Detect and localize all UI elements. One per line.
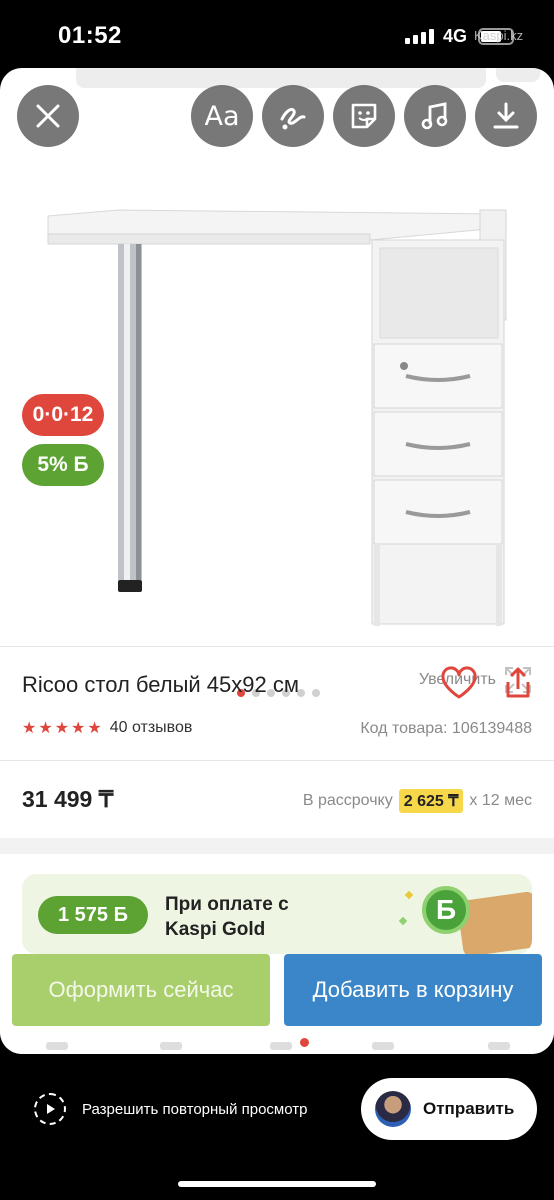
sticker-icon (351, 103, 377, 129)
desk-illustration (47, 209, 507, 626)
music-tool-button[interactable] (404, 85, 466, 147)
home-indicator (178, 1181, 376, 1187)
replay-icon (34, 1093, 66, 1125)
gallery-dot[interactable] (312, 689, 320, 697)
gold-text-line1: При оплате с (165, 894, 289, 915)
installment-prefix: В рассрочку (302, 792, 393, 809)
replay-label: Разрешить повторный просмотр (82, 1100, 308, 1118)
star-icon: ★ (71, 718, 86, 737)
product-photo[interactable]: 0·0·12 5% Б Увеличить (0, 138, 554, 697)
heart-icon (441, 666, 477, 699)
rating-row[interactable]: ★ ★ ★ ★ ★ 40 отзывов (22, 718, 192, 737)
star-icon: ★ (87, 718, 102, 737)
product-code: Код товара: 106139488 (360, 720, 532, 737)
buy-now-button[interactable]: Оформить сейчас (12, 954, 270, 1026)
text-tool-label: Aa (204, 100, 240, 132)
sparkle-icon (404, 890, 414, 900)
share-button[interactable] (503, 666, 533, 705)
sticker-tool-button[interactable] (333, 85, 395, 147)
underlying-toolbar (496, 68, 540, 82)
star-icon: ★ (38, 718, 53, 737)
underlying-tab-bar (0, 1030, 554, 1054)
kaspi-gold-banner[interactable]: 1 575 Б При оплате с Kaspi Gold Б (22, 874, 532, 954)
product-price: 31 499 ₸ (22, 786, 114, 812)
installment-info: В рассрочку 2 625 ₸ х 12 мес (303, 789, 532, 813)
bonus-badge: 5% Б (22, 444, 104, 486)
star-icon: ★ (22, 718, 37, 737)
share-icon (506, 667, 530, 698)
installment-badge: 0·0·12 (22, 394, 104, 436)
product-title: Ricoo стол белый 45x92 см (22, 672, 299, 697)
gold-bonus-pill: 1 575 Б (38, 896, 148, 934)
bonus-coin-icon: Б (422, 886, 470, 934)
divider (0, 760, 554, 761)
reviews-link[interactable]: 40 отзывов (110, 719, 193, 737)
star-icon: ★ (54, 718, 70, 737)
music-note-icon (421, 102, 448, 130)
text-tool-button[interactable]: Aa (191, 85, 253, 147)
send-button[interactable]: Отправить (361, 1078, 537, 1140)
gold-text: При оплате с Kaspi Gold (165, 892, 289, 942)
download-button[interactable] (475, 85, 537, 147)
status-time: 01:52 (58, 22, 122, 49)
gold-text-line2: Kaspi Gold (165, 919, 266, 940)
installment-suffix: х 12 мес (469, 792, 532, 809)
close-button[interactable] (17, 85, 79, 147)
sparkle-icon (398, 916, 408, 926)
download-icon (493, 102, 519, 129)
divider (0, 646, 554, 647)
installment-amount: 2 625 ₸ (398, 789, 464, 813)
section-gap (0, 838, 554, 854)
underlying-search-bar (76, 68, 486, 88)
add-to-cart-button[interactable]: Добавить в корзину (284, 954, 542, 1026)
signal-icon (405, 29, 434, 44)
watermark-site: Kaspi.kz (474, 28, 524, 43)
story-card: 0·0·12 5% Б Увеличить Aa Ricoo стол белы… (0, 68, 554, 1054)
favorite-button[interactable] (440, 666, 478, 705)
status-bar: 01:52 4G Kaspi.kz (0, 0, 554, 70)
close-icon (36, 104, 60, 128)
allow-replay-toggle[interactable]: Разрешить повторный просмотр (34, 1093, 307, 1125)
send-label: Отправить (423, 1099, 515, 1118)
squiggle-icon (280, 107, 306, 130)
network-label: 4G (443, 26, 468, 46)
notification-dot (300, 1038, 309, 1047)
avatar (375, 1091, 411, 1127)
draw-tool-button[interactable] (262, 85, 324, 147)
